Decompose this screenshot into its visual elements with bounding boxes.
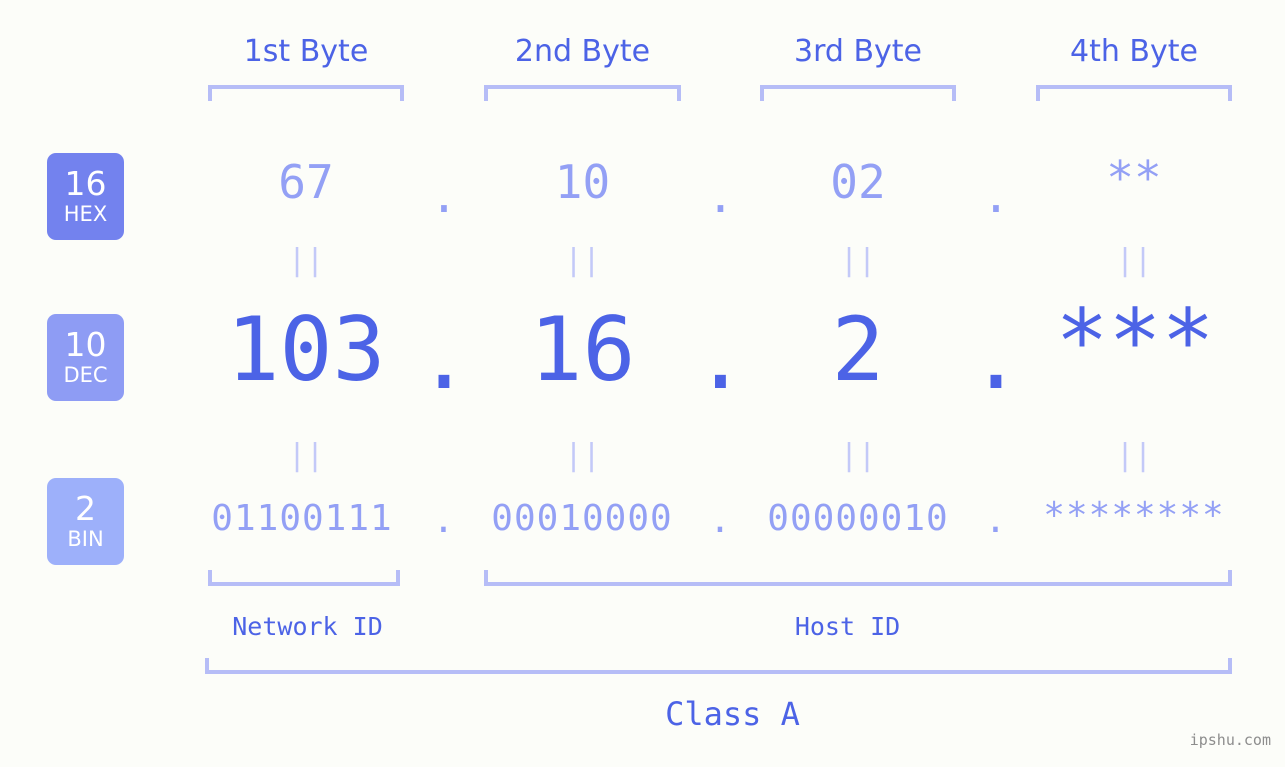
byte-bracket-2: [484, 85, 681, 101]
equality-separator-hex-dec-4: ||: [1115, 243, 1153, 278]
class-bracket: [205, 658, 1232, 674]
byte-header-label-1: 1st Byte: [243, 34, 369, 69]
equality-separator-hex-dec-2: ||: [564, 243, 601, 278]
equality-separator-hex-dec-3: ||: [839, 243, 877, 278]
hex-separator-1: .: [430, 169, 458, 223]
network-id-label: Network ID: [232, 612, 383, 641]
byte-header-label-3: 3rd Byte: [793, 34, 923, 69]
dec-byte-2-value: 16: [529, 298, 636, 401]
host-id-bracket: [484, 570, 1232, 586]
byte-bracket-3: [760, 85, 956, 101]
equality-separator-dec-bin-3: ||: [839, 438, 877, 473]
dec-byte-3-value: 2: [831, 298, 885, 401]
hex-byte-2-value: 10: [554, 155, 611, 209]
bin-value-row: 01100111 . 00010000 . 00000010 . *******…: [0, 495, 1285, 555]
dec-byte-4-value: ***: [1055, 290, 1215, 393]
bin-byte-4-value: ********: [1043, 495, 1225, 536]
equality-separator-dec-bin-2: ||: [564, 438, 601, 473]
equality-separator-dec-bin-4: ||: [1115, 438, 1153, 473]
byte-header-label-4: 4th Byte: [1070, 34, 1198, 69]
equality-separator-dec-bin-1: ||: [287, 438, 325, 473]
dec-separator-1: .: [417, 306, 471, 409]
bin-separator-2: .: [709, 500, 732, 541]
dec-value-row: 103 . 16 . 2 . ***: [0, 290, 1285, 415]
byte-bracket-4: [1036, 85, 1232, 101]
class-label: Class A: [665, 695, 800, 733]
hex-byte-4-value: **: [1106, 151, 1162, 205]
hex-separator-3: .: [982, 169, 1010, 223]
dec-separator-3: .: [969, 306, 1023, 409]
host-id-label: Host ID: [794, 612, 901, 641]
bin-byte-1-value: 01100111: [211, 498, 393, 539]
byte-bracket-1: [208, 85, 404, 101]
byte-header-label-2: 2nd Byte: [514, 34, 651, 69]
dec-separator-2: .: [694, 306, 747, 409]
ip-address-breakdown-diagram: 1st Byte 2nd Byte 3rd Byte 4th Byte 16 H…: [0, 0, 1285, 767]
bin-separator-3: .: [984, 500, 1008, 541]
network-id-bracket: [208, 570, 400, 586]
bin-separator-1: .: [432, 500, 456, 541]
bin-byte-3-value: 00000010: [767, 498, 949, 539]
site-watermark: ipshu.com: [1189, 731, 1271, 749]
equality-separator-hex-dec-1: ||: [287, 243, 325, 278]
bin-byte-2-value: 00010000: [491, 498, 673, 539]
hex-byte-3-value: 02: [830, 155, 886, 209]
hex-byte-1-value: 67: [278, 155, 334, 209]
dec-byte-1-value: 103: [226, 298, 386, 401]
hex-separator-2: .: [706, 169, 735, 223]
hex-value-row: 67 . 10 . 02 . **: [0, 151, 1285, 223]
